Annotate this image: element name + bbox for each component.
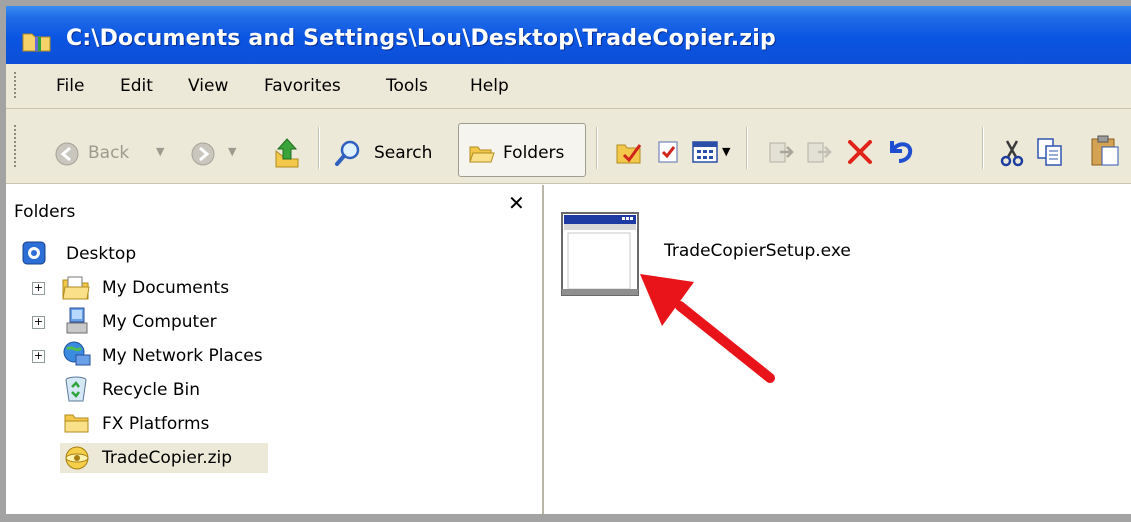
toolbar-separator bbox=[982, 127, 984, 169]
delete-icon[interactable] bbox=[846, 139, 874, 165]
views-icon[interactable] bbox=[692, 139, 718, 165]
menu-tools[interactable]: Tools bbox=[386, 76, 428, 96]
forward-dropdown-icon[interactable]: ▼ bbox=[228, 145, 236, 158]
toolbar-separator bbox=[318, 127, 320, 169]
back-arrow-icon[interactable] bbox=[54, 141, 80, 167]
search-icon[interactable] bbox=[334, 139, 362, 167]
tree-item-desktop[interactable]: Desktop bbox=[6, 241, 306, 269]
folders-button-label: Folders bbox=[503, 143, 565, 163]
tree-item-tradecopier-zip[interactable]: TradeCopier.zip bbox=[60, 443, 268, 473]
copy-to-icon[interactable] bbox=[656, 139, 680, 165]
tree-label: TradeCopier.zip bbox=[102, 448, 233, 468]
my-computer-icon bbox=[66, 307, 88, 334]
tree-label: Recycle Bin bbox=[102, 380, 201, 400]
menu-help[interactable]: Help bbox=[470, 76, 509, 96]
tree-item-fx-platforms[interactable]: FX Platforms bbox=[6, 411, 306, 439]
tree-label: FX Platforms bbox=[102, 414, 210, 434]
expand-icon[interactable]: + bbox=[32, 316, 45, 329]
views-dropdown-icon[interactable]: ▼ bbox=[722, 145, 730, 158]
back-dropdown-icon[interactable]: ▼ bbox=[156, 145, 164, 158]
folders-button[interactable]: Folders bbox=[458, 123, 586, 177]
menu-view[interactable]: View bbox=[188, 76, 228, 96]
copy-icon[interactable] bbox=[806, 139, 832, 165]
expand-icon[interactable]: + bbox=[32, 282, 45, 295]
menu-edit[interactable]: Edit bbox=[120, 76, 153, 96]
menu-favorites[interactable]: Favorites bbox=[264, 76, 341, 96]
toolbar-separator bbox=[596, 127, 598, 169]
tree-label: My Computer bbox=[102, 312, 217, 332]
tree-label: My Network Places bbox=[102, 346, 263, 366]
zip-folder-icon bbox=[65, 446, 89, 470]
forward-arrow-icon[interactable] bbox=[190, 141, 216, 167]
undo-icon[interactable] bbox=[886, 137, 916, 165]
close-icon[interactable]: ✕ bbox=[508, 191, 525, 215]
my-documents-icon bbox=[62, 276, 90, 300]
network-places-icon bbox=[63, 341, 91, 366]
zip-folder-icon bbox=[22, 33, 51, 52]
expand-icon[interactable]: + bbox=[32, 350, 45, 363]
folder-icon bbox=[64, 414, 89, 433]
tree-label: My Documents bbox=[102, 278, 230, 298]
paste-icon[interactable] bbox=[1090, 135, 1120, 167]
file-name-label[interactable]: TradeCopierSetup.exe bbox=[664, 241, 851, 261]
toolbar-separator bbox=[746, 127, 748, 169]
clipboard-copy-icon[interactable] bbox=[1036, 137, 1064, 167]
recycle-bin-icon bbox=[65, 376, 87, 402]
tree-label: Desktop bbox=[66, 244, 137, 264]
tree-item-my-network-places[interactable]: + My Network Places bbox=[6, 341, 306, 371]
title-bar[interactable]: C:\Documents and Settings\Lou\Desktop\Tr… bbox=[6, 6, 1131, 64]
file-item-tradecopiersetup[interactable] bbox=[560, 211, 642, 297]
tree-item-my-computer[interactable]: + My Computer bbox=[6, 307, 306, 337]
folders-pane-title: Folders bbox=[14, 202, 76, 222]
tree-item-recycle-bin[interactable]: Recycle Bin bbox=[6, 376, 306, 405]
move-icon[interactable] bbox=[768, 139, 794, 165]
menu-grip[interactable] bbox=[14, 72, 17, 100]
menu-file[interactable]: File bbox=[56, 76, 84, 96]
folders-pane: Folders ✕ Desktop + My Documents + My Co… bbox=[6, 185, 544, 514]
up-folder-icon[interactable] bbox=[272, 137, 302, 169]
file-list-pane: TradeCopierSetup.exe bbox=[544, 185, 1131, 514]
search-button-label[interactable]: Search bbox=[374, 143, 432, 163]
cut-icon[interactable] bbox=[1000, 139, 1024, 167]
tree-item-my-documents[interactable]: + My Documents bbox=[6, 275, 306, 303]
application-icon bbox=[561, 212, 639, 296]
back-button-label[interactable]: Back bbox=[88, 143, 129, 163]
standard-toolbar: Back ▼ ▼ Search Folders ▼ bbox=[6, 109, 1131, 184]
folders-pane-header: Folders ✕ bbox=[6, 185, 542, 229]
toolbar-grip[interactable] bbox=[14, 125, 17, 169]
folders-icon bbox=[469, 146, 495, 163]
window-title: C:\Documents and Settings\Lou\Desktop\Tr… bbox=[66, 26, 776, 51]
move-to-icon[interactable] bbox=[616, 139, 644, 165]
menu-bar: File Edit View Favorites Tools Help bbox=[6, 64, 1131, 109]
desktop-icon bbox=[22, 241, 46, 265]
